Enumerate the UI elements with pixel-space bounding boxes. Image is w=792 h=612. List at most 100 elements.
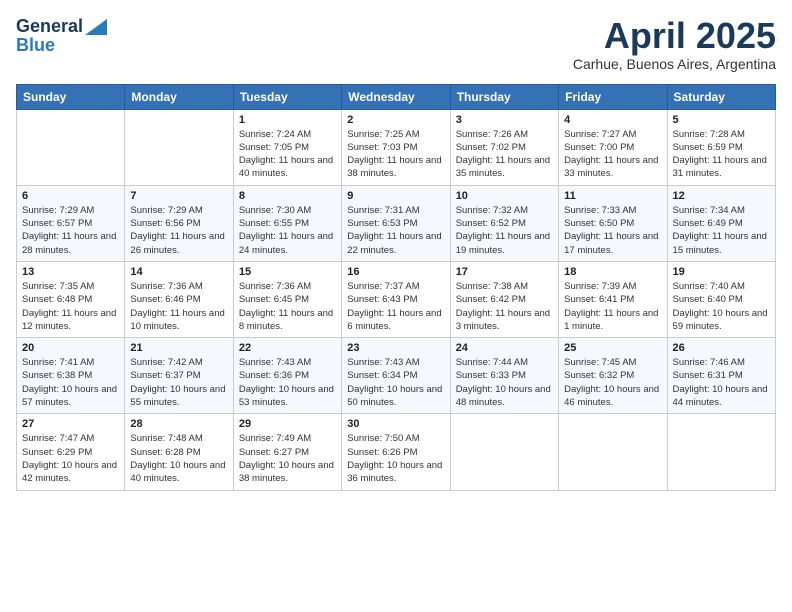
calendar-cell: 26 Sunrise: 7:46 AM Sunset: 6:31 PM Dayli… — [667, 338, 775, 414]
day-number: 13 — [22, 266, 119, 278]
calendar-day-header: Friday — [559, 84, 667, 109]
day-number: 17 — [456, 266, 553, 278]
day-info: Sunrise: 7:38 AM Sunset: 6:42 PM Dayligh… — [456, 280, 553, 333]
day-number: 5 — [673, 114, 770, 126]
logo: General Blue — [16, 16, 107, 56]
day-number: 20 — [22, 342, 119, 354]
calendar-day-header: Tuesday — [233, 84, 341, 109]
calendar-week-row: 6 Sunrise: 7:29 AM Sunset: 6:57 PM Daylig… — [17, 185, 776, 261]
day-info: Sunrise: 7:40 AM Sunset: 6:40 PM Dayligh… — [673, 280, 770, 333]
day-info: Sunrise: 7:26 AM Sunset: 7:02 PM Dayligh… — [456, 128, 553, 181]
page-title: April 2025 — [573, 16, 776, 56]
day-number: 3 — [456, 114, 553, 126]
calendar-cell — [450, 414, 558, 490]
calendar-cell: 27Sunrise: 7:47 AM Sunset: 6:29 PM Dayli… — [17, 414, 125, 490]
calendar-day-header: Monday — [125, 84, 233, 109]
day-number: 22 — [239, 342, 336, 354]
day-info: Sunrise: 7:44 AM Sunset: 6:33 PM Dayligh… — [456, 356, 553, 409]
calendar-cell: 9Sunrise: 7:31 AM Sunset: 6:53 PM Daylig… — [342, 185, 450, 261]
day-info: Sunrise: 7:32 AM Sunset: 6:52 PM Dayligh… — [456, 204, 553, 257]
day-number: 2 — [347, 114, 444, 126]
logo-general-text: General — [16, 16, 83, 37]
logo-blue-text: Blue — [16, 35, 55, 56]
calendar-cell: 1 Sunrise: 7:24 AM Sunset: 7:05 PM Daylig… — [233, 109, 341, 185]
day-number: 11 — [564, 190, 661, 202]
day-info: Sunrise: 7:25 AM Sunset: 7:03 PM Dayligh… — [347, 128, 444, 181]
calendar-cell: 10 Sunrise: 7:32 AM Sunset: 6:52 PM Dayli… — [450, 185, 558, 261]
calendar-cell: 28 Sunrise: 7:48 AM Sunset: 6:28 PM Dayli… — [125, 414, 233, 490]
day-number: 27 — [22, 418, 119, 430]
logo-icon — [85, 19, 107, 35]
day-info: Sunrise: 7:43 AM Sunset: 6:36 PM Dayligh… — [239, 356, 336, 409]
day-number: 19 — [673, 266, 770, 278]
day-info: Sunrise: 7:29 AM Sunset: 6:56 PM Dayligh… — [130, 204, 227, 257]
calendar-cell: 7Sunrise: 7:29 AM Sunset: 6:56 PM Daylig… — [125, 185, 233, 261]
calendar-header-row: SundayMondayTuesdayWednesdayThursdayFrid… — [17, 84, 776, 109]
day-info: Sunrise: 7:35 AM Sunset: 6:48 PM Dayligh… — [22, 280, 119, 333]
calendar-cell: 29Sunrise: 7:49 AM Sunset: 6:27 PM Dayli… — [233, 414, 341, 490]
calendar-cell: 30 Sunrise: 7:50 AM Sunset: 6:26 PM Dayli… — [342, 414, 450, 490]
day-info: Sunrise: 7:27 AM Sunset: 7:00 PM Dayligh… — [564, 128, 661, 181]
day-number: 26 — [673, 342, 770, 354]
calendar-cell: 11 Sunrise: 7:33 AM Sunset: 6:50 PM Dayli… — [559, 185, 667, 261]
day-info: Sunrise: 7:45 AM Sunset: 6:32 PM Dayligh… — [564, 356, 661, 409]
calendar-cell — [559, 414, 667, 490]
calendar-cell: 22 Sunrise: 7:43 AM Sunset: 6:36 PM Dayli… — [233, 338, 341, 414]
day-info: Sunrise: 7:24 AM Sunset: 7:05 PM Dayligh… — [239, 128, 336, 181]
calendar-cell: 12 Sunrise: 7:34 AM Sunset: 6:49 PM Dayli… — [667, 185, 775, 261]
day-number: 29 — [239, 418, 336, 430]
day-info: Sunrise: 7:36 AM Sunset: 6:46 PM Dayligh… — [130, 280, 227, 333]
calendar-day-header: Wednesday — [342, 84, 450, 109]
day-info: Sunrise: 7:28 AM Sunset: 6:59 PM Dayligh… — [673, 128, 770, 181]
page-header: General Blue April 2025 Carhue, Buenos A… — [16, 16, 776, 72]
day-number: 10 — [456, 190, 553, 202]
day-number: 24 — [456, 342, 553, 354]
day-info: Sunrise: 7:46 AM Sunset: 6:31 PM Dayligh… — [673, 356, 770, 409]
day-info: Sunrise: 7:37 AM Sunset: 6:43 PM Dayligh… — [347, 280, 444, 333]
day-number: 18 — [564, 266, 661, 278]
calendar-cell: 5 Sunrise: 7:28 AM Sunset: 6:59 PM Daylig… — [667, 109, 775, 185]
calendar-cell: 16 Sunrise: 7:37 AM Sunset: 6:43 PM Dayli… — [342, 261, 450, 337]
day-number: 28 — [130, 418, 227, 430]
calendar-cell: 13 Sunrise: 7:35 AM Sunset: 6:48 PM Dayli… — [17, 261, 125, 337]
day-number: 23 — [347, 342, 444, 354]
day-number: 15 — [239, 266, 336, 278]
day-number: 8 — [239, 190, 336, 202]
day-number: 16 — [347, 266, 444, 278]
calendar-cell: 4 Sunrise: 7:27 AM Sunset: 7:00 PM Daylig… — [559, 109, 667, 185]
day-number: 21 — [130, 342, 227, 354]
day-info: Sunrise: 7:50 AM Sunset: 6:26 PM Dayligh… — [347, 432, 444, 485]
day-info: Sunrise: 7:29 AM Sunset: 6:57 PM Dayligh… — [22, 204, 119, 257]
calendar-cell: 3 Sunrise: 7:26 AM Sunset: 7:02 PM Daylig… — [450, 109, 558, 185]
day-info: Sunrise: 7:43 AM Sunset: 6:34 PM Dayligh… — [347, 356, 444, 409]
day-info: Sunrise: 7:39 AM Sunset: 6:41 PM Dayligh… — [564, 280, 661, 333]
calendar-cell: 15Sunrise: 7:36 AM Sunset: 6:45 PM Dayli… — [233, 261, 341, 337]
calendar-cell: 19 Sunrise: 7:40 AM Sunset: 6:40 PM Dayli… — [667, 261, 775, 337]
day-info: Sunrise: 7:34 AM Sunset: 6:49 PM Dayligh… — [673, 204, 770, 257]
calendar-day-header: Sunday — [17, 84, 125, 109]
calendar-day-header: Thursday — [450, 84, 558, 109]
calendar-cell: 21 Sunrise: 7:42 AM Sunset: 6:37 PM Dayli… — [125, 338, 233, 414]
calendar-cell: 17 Sunrise: 7:38 AM Sunset: 6:42 PM Dayli… — [450, 261, 558, 337]
day-info: Sunrise: 7:33 AM Sunset: 6:50 PM Dayligh… — [564, 204, 661, 257]
day-number: 9 — [347, 190, 444, 202]
calendar-cell — [125, 109, 233, 185]
calendar-week-row: 27Sunrise: 7:47 AM Sunset: 6:29 PM Dayli… — [17, 414, 776, 490]
calendar-week-row: 13 Sunrise: 7:35 AM Sunset: 6:48 PM Dayli… — [17, 261, 776, 337]
day-info: Sunrise: 7:42 AM Sunset: 6:37 PM Dayligh… — [130, 356, 227, 409]
day-number: 4 — [564, 114, 661, 126]
day-number: 1 — [239, 114, 336, 126]
title-area: April 2025 Carhue, Buenos Aires, Argenti… — [573, 16, 776, 72]
calendar-week-row: 1 Sunrise: 7:24 AM Sunset: 7:05 PM Daylig… — [17, 109, 776, 185]
calendar-cell — [667, 414, 775, 490]
calendar-cell: 6 Sunrise: 7:29 AM Sunset: 6:57 PM Daylig… — [17, 185, 125, 261]
day-number: 12 — [673, 190, 770, 202]
day-number: 14 — [130, 266, 227, 278]
calendar-cell: 20Sunrise: 7:41 AM Sunset: 6:38 PM Dayli… — [17, 338, 125, 414]
calendar-cell: 14 Sunrise: 7:36 AM Sunset: 6:46 PM Dayli… — [125, 261, 233, 337]
day-number: 30 — [347, 418, 444, 430]
day-number: 25 — [564, 342, 661, 354]
day-info: Sunrise: 7:48 AM Sunset: 6:28 PM Dayligh… — [130, 432, 227, 485]
day-info: Sunrise: 7:30 AM Sunset: 6:55 PM Dayligh… — [239, 204, 336, 257]
day-number: 6 — [22, 190, 119, 202]
